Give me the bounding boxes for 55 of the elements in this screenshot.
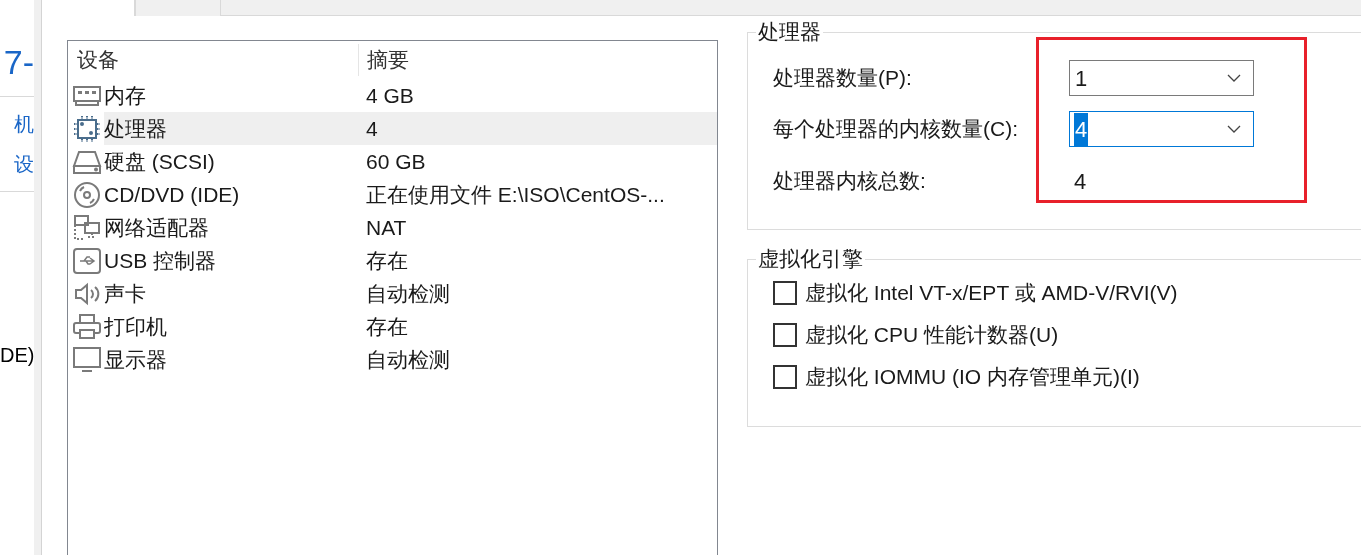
device-row[interactable]: 网络适配器 NAT xyxy=(104,211,717,244)
table-cell-text: 正在使用文件 E:\ISO\CentOS-... xyxy=(365,181,666,208)
device-row[interactable]: USB 控制器 存在 xyxy=(104,244,717,277)
table-cell-text: USB 控制器 xyxy=(104,247,217,274)
column-header[interactable]: 设备 xyxy=(68,44,358,76)
table-cell-text: 内存 xyxy=(104,82,147,109)
checkbox[interactable] xyxy=(773,323,797,347)
checkbox[interactable] xyxy=(773,281,797,305)
device-row[interactable]: 声卡 自动检测 xyxy=(104,277,717,310)
table-cell-text: 打印机 xyxy=(104,313,168,340)
device-row[interactable]: 硬盘 (SCSI) 60 GB xyxy=(104,145,717,178)
table-cell-text: 处理器 xyxy=(104,115,168,142)
column-header[interactable]: 摘要 xyxy=(358,44,717,76)
device-row[interactable]: 显示器 自动检测 xyxy=(104,343,717,376)
total-cores-value: 4 xyxy=(1073,167,1087,196)
chevron-down-icon xyxy=(1227,125,1241,133)
table-cell-text: 自动检测 xyxy=(365,280,451,307)
table-cell-text: 显示器 xyxy=(104,346,168,373)
device-label: DE) xyxy=(0,343,34,368)
monitor-icon xyxy=(72,345,102,374)
group-title: 虚拟化引擎 xyxy=(757,246,864,272)
chevron-down-icon xyxy=(1227,74,1241,82)
table-cell-text: CD/DVD (IDE) xyxy=(104,181,241,208)
table-cell-text: 4 GB xyxy=(365,82,415,109)
usb-icon xyxy=(72,246,102,275)
field-label: 每个处理器的内核数量(C): xyxy=(773,116,1019,143)
vm-name: 7- xyxy=(2,42,34,82)
device-row[interactable]: 处理器 4 xyxy=(104,112,717,145)
table-cell-text: 4 xyxy=(365,115,379,142)
table-cell-text: 网络适配器 xyxy=(104,214,210,241)
table-cell-text: NAT xyxy=(365,214,408,241)
printer-icon xyxy=(72,312,102,341)
device-row[interactable]: 内存 4 GB xyxy=(104,79,717,112)
dropdown[interactable]: 4 xyxy=(1069,111,1254,147)
device-row[interactable]: 打印机 存在 xyxy=(104,310,717,343)
table-cell-text: 自动检测 xyxy=(365,346,451,373)
device-row[interactable]: CD/DVD (IDE) 正在使用文件 E:\ISO\CentOS-... xyxy=(104,178,717,211)
table-cell-text: 声卡 xyxy=(104,280,147,307)
table-cell-text: 60 GB xyxy=(365,148,427,175)
group-title: 处理器 xyxy=(757,19,822,45)
dropdown[interactable]: 1 xyxy=(1069,60,1254,96)
checkbox-label: 虚拟化 IOMMU (IO 内存管理单元)(I) xyxy=(805,364,1140,391)
chip-icon xyxy=(72,114,102,143)
field-label: 处理器内核总数: xyxy=(773,168,927,195)
network-icon xyxy=(72,213,102,242)
disc-icon xyxy=(72,180,102,209)
table-cell-text: 存在 xyxy=(365,313,409,340)
link[interactable]: 机 xyxy=(0,111,34,137)
link[interactable]: 设 xyxy=(0,151,34,177)
table-cell-text: 存在 xyxy=(365,247,409,274)
checkbox-label: 虚拟化 CPU 性能计数器(U) xyxy=(805,322,1059,349)
checkbox[interactable] xyxy=(773,365,797,389)
table-cell-text: 硬盘 (SCSI) xyxy=(104,148,216,175)
field-label: 处理器数量(P): xyxy=(773,65,913,92)
checkbox-label: 虚拟化 Intel VT-x/EPT 或 AMD-V/RVI(V) xyxy=(805,280,1178,307)
